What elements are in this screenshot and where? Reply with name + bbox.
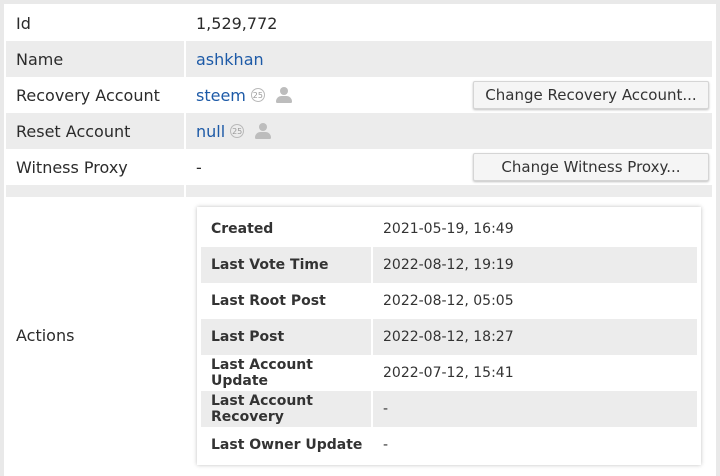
name-value-cell: ashkhan — [186, 41, 712, 77]
action-key: Last Root Post — [211, 293, 326, 309]
table-row: Last Account Update 2022-07-12, 15:41 — [201, 355, 697, 391]
action-key: Last Post — [201, 319, 371, 355]
action-key: Last Account Recovery — [201, 391, 371, 427]
actions-label: Actions — [6, 197, 184, 474]
actions-table: Created 2021-05-19, 16:49 Last Vote Time… — [197, 207, 701, 465]
row-reset-account: Reset Account null 25 — [6, 113, 712, 149]
action-key: Created — [211, 221, 274, 237]
action-value: - — [373, 391, 697, 427]
row-name: Name ashkhan — [6, 41, 712, 77]
action-key: Last Vote Time — [201, 247, 371, 283]
witness-proxy-cell: - Change Witness Proxy... — [186, 149, 712, 185]
id-label: Id — [6, 5, 184, 41]
recovery-account-cell: steem 25 Change Recovery Account... — [186, 77, 712, 113]
table-row: Created 2021-05-19, 16:49 — [201, 211, 697, 247]
action-value: - — [383, 437, 389, 453]
action-key: Last Account Update — [211, 357, 313, 389]
row-recovery-account: Recovery Account steem 25 Change Recover… — [6, 77, 712, 113]
recovery-account-label: Recovery Account — [6, 77, 184, 113]
action-value: 2022-08-12, 19:19 — [373, 247, 697, 283]
table-row: Last Vote Time 2022-08-12, 19:19 — [201, 247, 697, 283]
table-row: Last Owner Update - — [201, 427, 697, 463]
id-value: 1,529,772 — [186, 5, 712, 41]
action-key: Last Owner Update — [211, 437, 363, 453]
person-icon[interactable] — [254, 123, 272, 139]
table-row: Last Root Post 2022-08-12, 05:05 — [201, 283, 697, 319]
recovery-account-link[interactable]: steem — [196, 86, 246, 105]
reputation-badge: 25 — [250, 88, 265, 102]
action-value: 2022-08-12, 18:27 — [373, 319, 697, 355]
row-witness-proxy: Witness Proxy - Change Witness Proxy... — [6, 149, 712, 185]
reputation-badge: 25 — [230, 124, 245, 138]
person-icon[interactable] — [275, 87, 293, 103]
action-value: 2021-05-19, 16:49 — [383, 221, 514, 237]
reset-account-cell: null 25 — [186, 113, 712, 149]
change-recovery-account-button[interactable]: Change Recovery Account... — [473, 81, 709, 109]
row-id: Id 1,529,772 — [6, 5, 712, 41]
action-value: 2022-08-12, 05:05 — [383, 293, 514, 309]
action-value: 2022-07-12, 15:41 — [383, 365, 514, 381]
name-link[interactable]: ashkhan — [196, 50, 264, 69]
table-row: Last Account Recovery - — [201, 391, 697, 427]
table-row: Last Post 2022-08-12, 18:27 — [201, 319, 697, 355]
change-witness-proxy-button[interactable]: Change Witness Proxy... — [473, 153, 709, 181]
witness-proxy-label: Witness Proxy — [6, 149, 184, 185]
name-label: Name — [6, 41, 184, 77]
witness-proxy-value: - — [196, 157, 202, 177]
reset-account-label: Reset Account — [6, 113, 184, 149]
reset-account-link[interactable]: null — [196, 122, 225, 141]
row-separator — [6, 185, 712, 197]
